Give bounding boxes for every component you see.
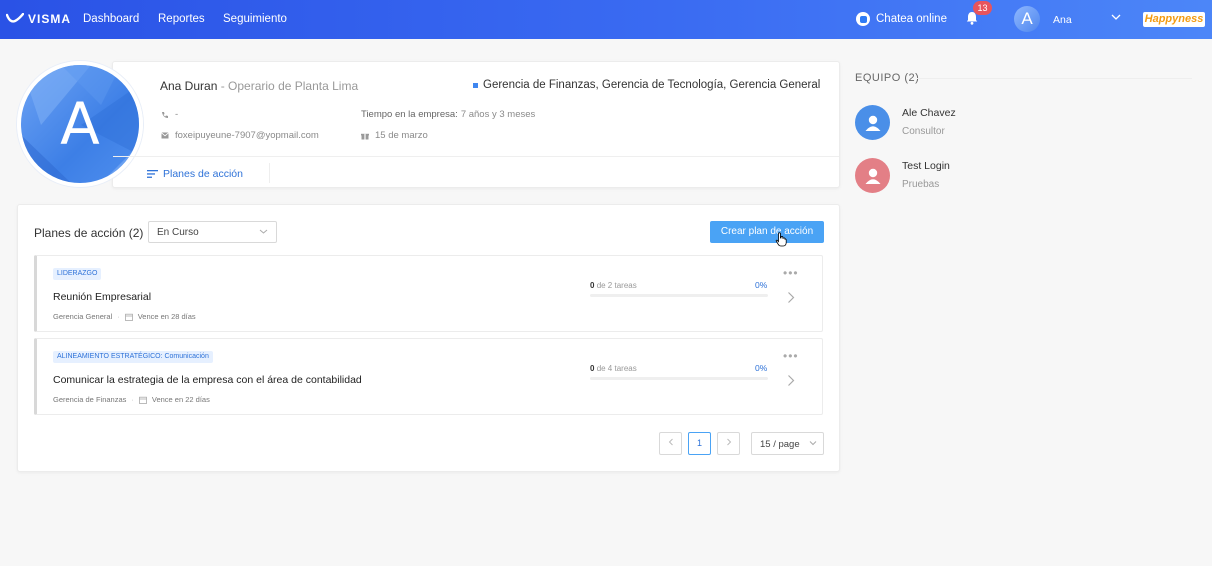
profile-name-line: Ana Duran - Operario de Planta Lima [160, 79, 358, 93]
profile-avatar: A [17, 61, 143, 187]
plan-name[interactable]: Comunicar la estrategia de la empresa co… [53, 374, 362, 386]
status-filter-select[interactable]: En Curso [148, 221, 277, 243]
phone-icon [162, 111, 168, 118]
chevron-down-icon[interactable] [1111, 13, 1121, 21]
member-avatar [855, 105, 890, 140]
phone-value: - [175, 109, 179, 120]
list-icon [147, 170, 158, 178]
member-role: Pruebas [902, 179, 940, 190]
gift-icon [361, 133, 369, 140]
chevron-down-icon [809, 441, 817, 446]
tenure-value: 7 años y 3 meses [460, 109, 536, 120]
chat-icon [856, 12, 870, 26]
tab-planes-de-accion[interactable]: Planes de acción [147, 168, 243, 180]
plan-percent: 0% [755, 363, 768, 373]
top-navigation-bar: VISMA Dashboard Reportes Seguimiento Cha… [0, 0, 1212, 39]
user-icon [865, 115, 880, 131]
plan-due: Vence en 22 días [151, 395, 210, 404]
user-avatar[interactable]: A [1014, 6, 1040, 32]
chevron-left-icon [668, 438, 673, 446]
prev-page-button[interactable] [659, 432, 682, 455]
hand-cursor-icon [775, 232, 787, 247]
chat-label: Chatea online [876, 13, 947, 25]
plan-meta: Gerencia de Finanzas · Vence en 22 días [53, 395, 210, 404]
action-plan-item[interactable]: LIDERAZGO Reunión Empresarial Gerencia G… [34, 255, 823, 332]
logo-text: VISMA [28, 12, 72, 26]
member-role: Consultor [902, 126, 945, 137]
plan-area: Gerencia de Finanzas [53, 395, 127, 404]
chevron-right-icon[interactable] [787, 291, 795, 304]
profile-tenure: Tiempo en la empresa: 7 años y 3 meses [361, 109, 535, 120]
calendar-icon [124, 313, 133, 321]
tab-label: Planes de acción [163, 168, 243, 180]
plan-task-count: 0 de 4 tareas [590, 364, 637, 373]
plan-category-tag: ALINEAMIENTO ESTRATÉGICO: Comunicación [53, 351, 213, 363]
chevron-right-icon [726, 438, 731, 446]
departments-text: Gerencia de Finanzas, Gerencia de Tecnol… [483, 79, 821, 91]
plan-progress-bar [590, 294, 768, 297]
profile-birthday: 15 de marzo [361, 130, 428, 141]
profile-role: Operario de Planta Lima [228, 79, 359, 93]
more-options-icon[interactable]: ••• [783, 266, 799, 280]
user-name[interactable]: Ana [1053, 14, 1072, 26]
plan-area: Gerencia General [53, 312, 113, 321]
visma-logo-icon [6, 13, 24, 23]
team-divider [917, 78, 1192, 79]
member-name: Test Login [902, 160, 950, 172]
tab-separator [269, 163, 270, 183]
happyness-brand-logo[interactable]: Happyness [1143, 12, 1205, 27]
status-filter-value: En Curso [157, 227, 199, 238]
calendar-icon [138, 396, 147, 404]
member-name: Ale Chavez [902, 107, 956, 119]
plan-category-tag: LIDERAZGO [53, 268, 102, 280]
profile-email: foxeipuyeune-7907@yopmail.com [161, 130, 319, 141]
department-square-icon [473, 82, 478, 88]
plan-percent: 0% [755, 280, 768, 290]
plans-title: Planes de acción (2) [34, 226, 144, 240]
plan-name[interactable]: Reunión Empresarial [53, 291, 151, 303]
birthday-value: 15 de marzo [375, 130, 428, 141]
plan-task-count: 0 de 2 tareas [590, 281, 637, 290]
chevron-down-icon [259, 229, 268, 234]
profile-initial: A [60, 90, 100, 158]
member-avatar [855, 158, 890, 193]
more-options-icon[interactable]: ••• [783, 349, 799, 363]
chevron-right-icon[interactable] [787, 374, 795, 387]
notification-badge: 13 [973, 1, 992, 15]
chat-online-button[interactable]: Chatea online [856, 12, 947, 26]
email-value: foxeipuyeune-7907@yopmail.com [175, 130, 319, 141]
create-action-plan-button[interactable]: Crear plan de acción [710, 221, 824, 243]
user-icon [865, 168, 880, 184]
name-separator: - [217, 79, 229, 93]
nav-reportes[interactable]: Reportes [158, 13, 205, 25]
tasks-total: de 2 tareas [596, 281, 637, 290]
meta-separator-dot: · [117, 312, 120, 321]
page-size-select[interactable]: 15 / page [751, 432, 824, 455]
mail-icon [161, 132, 169, 139]
visma-logo[interactable]: VISMA [6, 12, 71, 26]
page-size-value: 15 / page [760, 439, 800, 450]
plan-progress-bar [590, 377, 768, 380]
nav-dashboard[interactable]: Dashboard [83, 13, 139, 25]
team-title: EQUIPO (2) [855, 72, 920, 84]
tenure-label: Tiempo en la empresa: [361, 109, 458, 120]
next-page-button[interactable] [717, 432, 740, 455]
plan-due: Vence en 28 días [137, 312, 196, 321]
plan-meta: Gerencia General · Vence en 28 días [53, 312, 196, 321]
profile-name: Ana Duran [160, 79, 218, 93]
nav-seguimiento[interactable]: Seguimiento [223, 13, 287, 25]
profile-divider [113, 156, 839, 157]
profile-phone: - [161, 109, 178, 120]
tasks-done: 0 [590, 281, 595, 290]
tasks-total: de 4 tareas [596, 364, 637, 373]
meta-separator-dot: · [131, 395, 134, 404]
action-plan-item[interactable]: ALINEAMIENTO ESTRATÉGICO: Comunicación C… [34, 338, 823, 415]
page-number-button[interactable]: 1 [688, 432, 711, 455]
profile-departments: Gerencia de Finanzas, Gerencia de Tecnol… [473, 79, 820, 91]
tasks-done: 0 [590, 364, 595, 373]
